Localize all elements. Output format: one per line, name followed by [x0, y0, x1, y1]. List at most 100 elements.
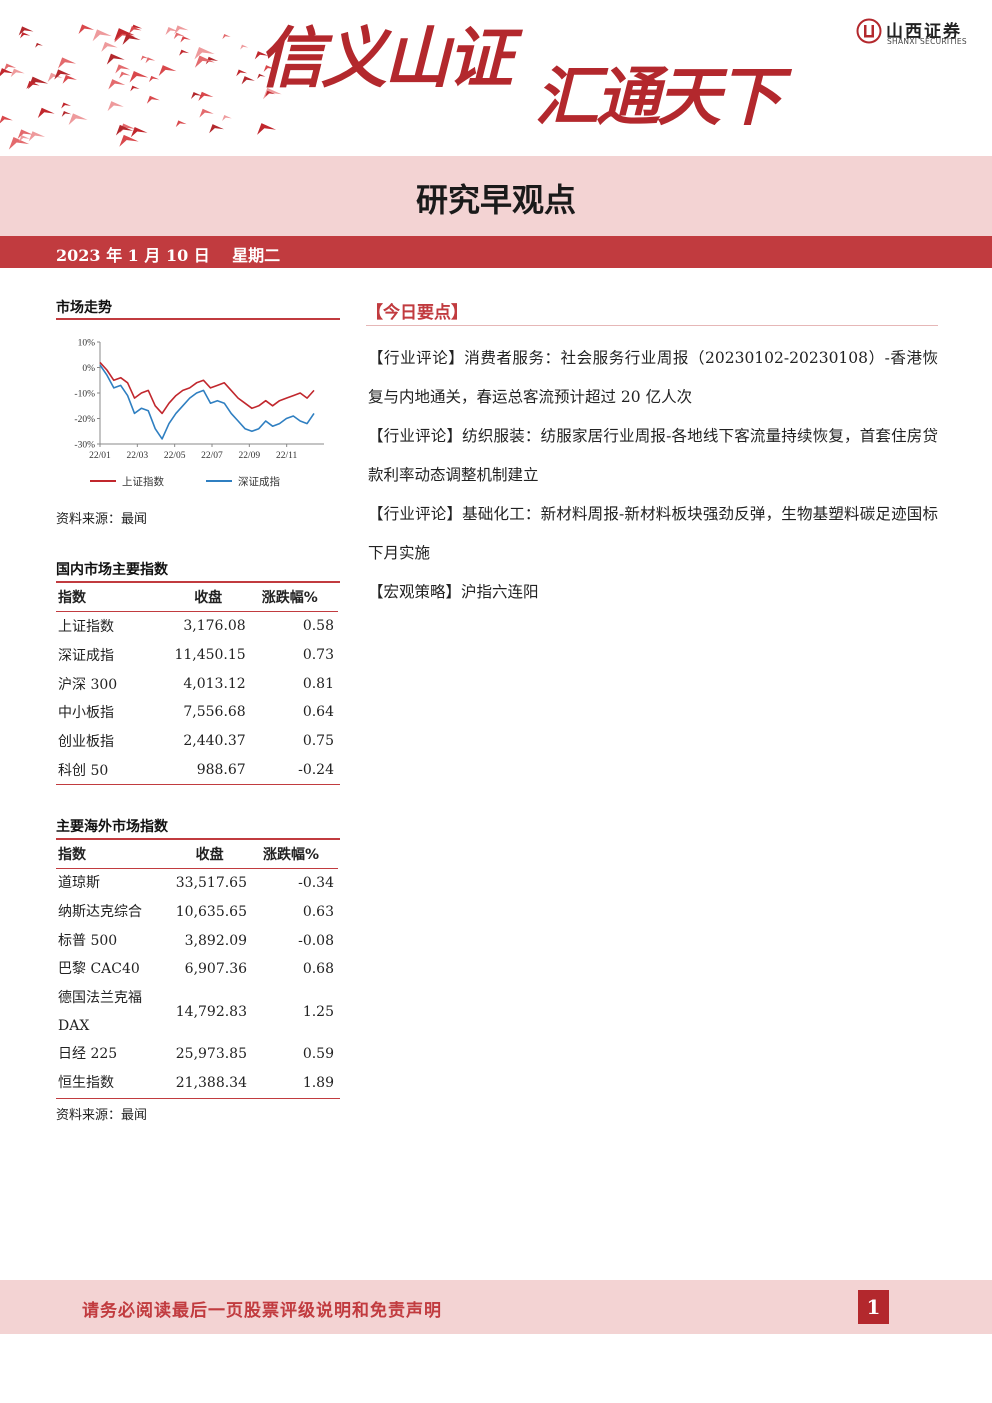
shanxi-securities-logo-icon: [856, 18, 882, 44]
legend-label: 深证成指: [238, 475, 280, 488]
close-value: 25,973.85: [175, 1046, 248, 1063]
series-line-2: [99, 364, 315, 440]
index-name: 日经 225: [58, 1046, 118, 1063]
arrow-shape: [158, 65, 177, 76]
table-row: 科创 50 988.67 -0.24: [56, 755, 338, 784]
x-tick-label: 22/09: [239, 451, 261, 461]
table-row: 中小板指 7,556.68 0.64: [56, 698, 338, 727]
arrow-shape: [108, 79, 126, 90]
arrow-shape: [175, 120, 187, 128]
table-row: 道琼斯 33,517.65 -0.34: [56, 869, 338, 898]
arrow-shape: [62, 74, 77, 84]
arrow-shape: [58, 57, 77, 69]
index-name: 深证成指: [58, 648, 114, 665]
overseas-indices-heading: 主要海外市场指数: [56, 819, 168, 835]
arrow-shape: [28, 131, 46, 142]
arrow-shape: [209, 124, 225, 134]
chart-source: 资料来源：最闻: [56, 512, 148, 527]
legend-label: 上证指数: [122, 475, 164, 488]
arrow-shape: [61, 110, 72, 117]
index-name: 巴黎 CAC40: [58, 961, 140, 978]
highlight-item-3[interactable]: 【行业评论】基础化工：新材料周报-新材料板块强劲反弹，生物基塑料碳足迹国标下月实…: [368, 495, 938, 573]
change-value: 0.59: [302, 1046, 334, 1063]
table-bottom-rule: [56, 784, 340, 785]
table-row: 德国法兰克福 DAX 14,792.83 1.25: [56, 984, 338, 1040]
arrow-shape: [68, 113, 88, 126]
change-value: 1.25: [302, 1003, 334, 1020]
close-value: 4,013.12: [183, 675, 246, 692]
index-name: 标普 500: [58, 932, 118, 949]
x-tick-label: 22/01: [89, 451, 111, 461]
arrow-shape: [61, 102, 72, 109]
arrow-shape: [119, 134, 139, 147]
close-value: 33,517.65: [175, 875, 248, 892]
highlight-item-4[interactable]: 【宏观策略】沪指六连阳: [368, 573, 938, 612]
page-number: 1: [858, 1290, 889, 1324]
arrow-shape: [37, 107, 55, 119]
table-row: 沪深 300 4,013.12 0.81: [56, 669, 338, 698]
arrow-shape: [199, 108, 214, 118]
market-trend-chart: 10% 0% -10% -20% -30%22/01 22/03 22/05 22/07 22/…: [74, 339, 324, 488]
market-trend-heading: 市场走势: [56, 300, 112, 316]
table-source: 资料来源：最闻: [56, 1108, 148, 1123]
col-header-index: 指数: [58, 846, 86, 863]
col-header-close: 收盘: [195, 846, 224, 863]
arrow-shape: [222, 34, 231, 40]
close-value: 6,907.36: [184, 961, 248, 978]
arrow-shape: [92, 29, 112, 42]
y-tick-label: -30%: [74, 441, 95, 451]
table-row: 深证成指 11,450.15 0.73: [56, 641, 338, 670]
arrow-shape: [119, 71, 131, 79]
arrow-shape: [240, 44, 249, 50]
change-value: 0.75: [302, 733, 334, 750]
highlight-item-2[interactable]: 【行业评论】纺织服装：纺服家居行业周报-各地线下客流量持续恢复，首套住房贷款利率…: [368, 417, 938, 495]
index-name: 科创 50: [58, 762, 109, 779]
page-title: 研究早观点: [415, 181, 576, 219]
arrow-shape: [148, 75, 160, 83]
arrow-decoration: [0, 24, 282, 150]
arrow-shape: [257, 123, 277, 135]
section-rule: [56, 318, 340, 320]
close-value: 10,635.65: [175, 904, 248, 921]
x-tick-label: 22/07: [201, 451, 223, 461]
slogan-left: 信义山证: [258, 20, 513, 97]
index-name: 恒生指数: [58, 1074, 114, 1091]
highlight-item-1[interactable]: 【行业评论】消费者服务：社会服务行业周报（20230102-20230108）-…: [368, 339, 938, 417]
change-value: 0.81: [302, 675, 334, 692]
close-value: 21,388.34: [175, 1074, 248, 1091]
index-name: 纳斯达克综合: [58, 904, 142, 921]
table-bottom-rule: [56, 1098, 340, 1099]
close-value: 11,450.15: [174, 647, 246, 664]
col-header-change: 涨跌幅%: [261, 589, 318, 606]
arrow-shape: [222, 114, 232, 121]
index-name: 道琼斯: [58, 875, 100, 892]
table-row: 标普 500 3,892.09 -0.08: [56, 926, 338, 955]
change-value: 0.63: [302, 904, 334, 921]
change-value: -0.24: [298, 761, 334, 778]
y-tick-label: 10%: [78, 339, 96, 349]
disclaimer-notice[interactable]: 请务必阅读最后一页股票评级说明和免责声明: [82, 1296, 442, 1321]
arrow-shape: [194, 47, 215, 60]
arrow-shape: [194, 55, 215, 68]
arrow-shape: [0, 115, 13, 124]
close-value: 2,440.37: [183, 733, 246, 750]
index-name: 中小板指: [58, 705, 114, 722]
change-value: 0.73: [302, 647, 334, 664]
close-value: 3,892.09: [184, 932, 248, 949]
arrow-shape: [106, 53, 125, 65]
close-value: 14,792.83: [175, 1003, 248, 1020]
index-name: 上证指数: [58, 619, 114, 636]
index-name: 创业板指: [58, 734, 114, 751]
arrow-shape: [10, 68, 25, 78]
overseas-indices-table: 指数 收盘 涨跌幅% 道琼斯 33,517.65 -0.34 纳斯达克综合 10,635…: [56, 839, 338, 1097]
table-row: 创业板指 2,440.37 0.75: [56, 727, 338, 756]
table-row: 巴黎 CAC40 6,907.36 0.68: [56, 955, 338, 984]
x-tick-label: 22/11: [276, 451, 298, 461]
close-value: 3,176.08: [183, 618, 246, 635]
report-date: 2023 年 1 月 10 日 星期二: [56, 246, 281, 265]
col-header-index: 指数: [58, 589, 86, 606]
table-row: 上证指数 3,176.08 0.58: [56, 612, 338, 641]
arrow-shape: [130, 85, 140, 92]
change-value: 1.89: [302, 1074, 334, 1091]
arrow-shape: [20, 32, 31, 39]
